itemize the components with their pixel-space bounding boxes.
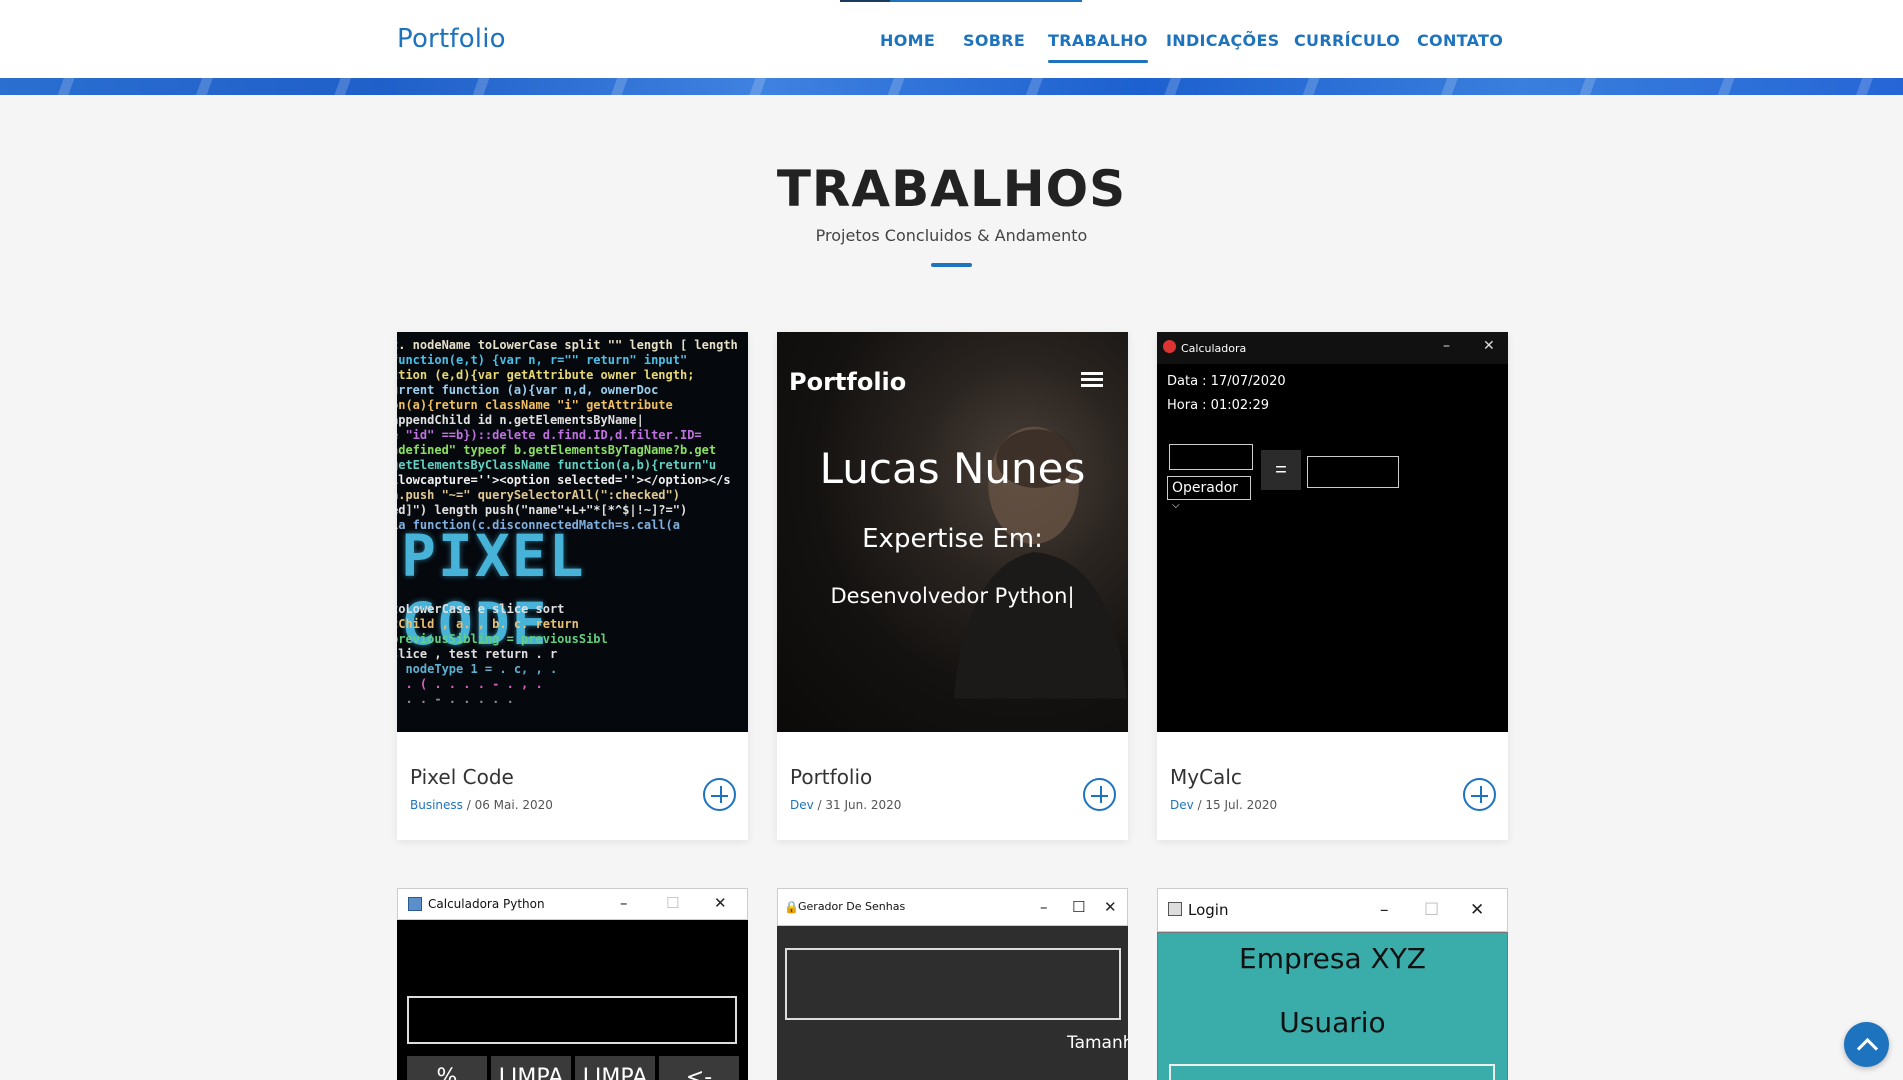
mock-role: Desenvolvedor Python| xyxy=(830,584,1075,608)
mock-brand: Portfolio xyxy=(789,368,907,396)
window-titlebar: Calculadora Python – ☐ ✕ xyxy=(397,888,748,920)
login-user-input xyxy=(1169,1064,1495,1080)
nav-curriculo[interactable]: CURRÍCULO xyxy=(1294,31,1400,50)
close-icon: ✕ xyxy=(1483,338,1495,354)
minimize-icon: – xyxy=(620,894,628,912)
card-meta: Dev / 31 Jun. 2020 xyxy=(790,798,901,812)
calc-time: Hora : 01:02:29 xyxy=(1167,398,1270,413)
section-divider xyxy=(931,263,972,267)
calc-date: Data : 17/07/2020 xyxy=(1167,374,1286,389)
project-card-pixel-code[interactable]: t. nodeName toLowerCase split "" length … xyxy=(397,332,748,840)
mock-expertise: Expertise Em: xyxy=(862,524,1043,554)
minimize-icon: – xyxy=(1040,898,1048,916)
close-icon: ✕ xyxy=(1470,900,1485,920)
mock-name: Lucas Nunes xyxy=(819,444,1086,493)
card-date: / 31 Jun. 2020 xyxy=(813,798,902,812)
card-title: Portfolio xyxy=(790,765,873,789)
maximize-icon: ☐ xyxy=(666,894,680,912)
chevron-down-icon: ⌵ xyxy=(1172,500,1180,511)
window-titlebar: 🔒 Gerador De Senhas – ☐ ✕ xyxy=(777,888,1128,926)
maximize-icon: ☐ xyxy=(1072,898,1086,916)
section-subtitle: Projetos Concluidos & Andamento xyxy=(815,226,1088,245)
menu-icon xyxy=(1081,372,1103,388)
window-title: Calculadora Python xyxy=(428,897,545,911)
card-title: MyCalc xyxy=(1170,765,1242,789)
window-title: Gerador De Senhas xyxy=(798,900,906,913)
calc-result xyxy=(1307,456,1399,488)
calc-operator-select: Operador ⌵ xyxy=(1167,476,1251,511)
nav-indicacoes[interactable]: INDICAÇÕES xyxy=(1166,31,1280,50)
card-meta: Dev / 15 Jul. 2020 xyxy=(1170,798,1277,812)
chevron-up-icon[interactable] xyxy=(1844,1022,1889,1067)
window-title: Calculadora xyxy=(1181,342,1247,355)
login-user-label: Usuario xyxy=(1279,1006,1386,1039)
length-label: Tamanho xyxy=(1067,1033,1128,1053)
card-category-link[interactable]: Dev xyxy=(1170,798,1194,812)
main-nav: HOME SOBRE TRABALHO INDICAÇÕES CURRÍCULO… xyxy=(0,0,1903,78)
hero-strip xyxy=(0,78,1903,95)
card-category-link[interactable]: Dev xyxy=(790,798,814,812)
window-titlebar: Login – ☐ ✕ xyxy=(1157,888,1508,932)
nav-home[interactable]: HOME xyxy=(880,31,935,50)
plus-circle-icon[interactable] xyxy=(1463,778,1496,811)
maximize-icon: ☐ xyxy=(1424,900,1440,920)
app-icon xyxy=(408,897,422,911)
password-output xyxy=(785,948,1121,1020)
close-icon: ✕ xyxy=(1104,898,1117,916)
calc-button: <- xyxy=(659,1056,739,1080)
card-category-link[interactable]: Business xyxy=(410,798,463,812)
project-card-calculadora-python[interactable]: Calculadora Python – ☐ ✕ % LIMPA LIMPA <… xyxy=(397,888,748,1080)
calc-button: LIMPA xyxy=(491,1056,571,1080)
window-titlebar: Calculadora – ✕ xyxy=(1157,332,1508,364)
plus-circle-icon[interactable] xyxy=(1083,778,1116,811)
project-image-mycalc: Calculadora – ✕ Data : 17/07/2020 Hora :… xyxy=(1157,332,1508,732)
lock-icon: 🔒 xyxy=(784,900,799,914)
calc-button: LIMPA xyxy=(575,1056,655,1080)
section-title: TRABALHOS xyxy=(776,160,1127,218)
project-image-pixel-code: t. nodeName toLowerCase split "" length … xyxy=(397,332,748,732)
minimize-icon: – xyxy=(1380,900,1389,920)
project-card-mycalc[interactable]: Calculadora – ✕ Data : 17/07/2020 Hora :… xyxy=(1157,332,1508,840)
calc-equals: = xyxy=(1261,450,1301,490)
app-icon xyxy=(1163,340,1176,353)
window-title: Login xyxy=(1188,901,1229,919)
project-image-portfolio: Portfolio Lucas Nunes Expertise Em: Dese… xyxy=(777,332,1128,732)
project-card-gerador-senhas[interactable]: 🔒 Gerador De Senhas – ☐ ✕ Tamanho xyxy=(777,888,1128,1080)
project-card-portfolio[interactable]: Portfolio Lucas Nunes Expertise Em: Dese… xyxy=(777,332,1128,840)
project-card-login[interactable]: Login – ☐ ✕ Empresa XYZ Usuario xyxy=(1157,888,1508,1080)
nav-trabalho[interactable]: TRABALHO xyxy=(1048,31,1148,63)
close-icon: ✕ xyxy=(714,894,727,912)
calc-input-a xyxy=(1169,444,1253,470)
card-title: Pixel Code xyxy=(410,765,514,789)
card-date: / 06 Mai. 2020 xyxy=(462,798,553,812)
card-meta: Business / 06 Mai. 2020 xyxy=(410,798,553,812)
app-icon xyxy=(1168,902,1182,916)
plus-circle-icon[interactable] xyxy=(703,778,736,811)
nav-sobre[interactable]: SOBRE xyxy=(963,31,1025,50)
minimize-icon: – xyxy=(1443,338,1450,354)
login-heading: Empresa XYZ xyxy=(1239,942,1426,975)
nav-contato[interactable]: CONTATO xyxy=(1417,31,1503,50)
calc-display xyxy=(407,996,737,1044)
navbar: Portfolio HOME SOBRE TRABALHO INDICAÇÕES… xyxy=(0,0,1903,78)
calc-button: % xyxy=(407,1056,487,1080)
card-date: / 15 Jul. 2020 xyxy=(1193,798,1278,812)
